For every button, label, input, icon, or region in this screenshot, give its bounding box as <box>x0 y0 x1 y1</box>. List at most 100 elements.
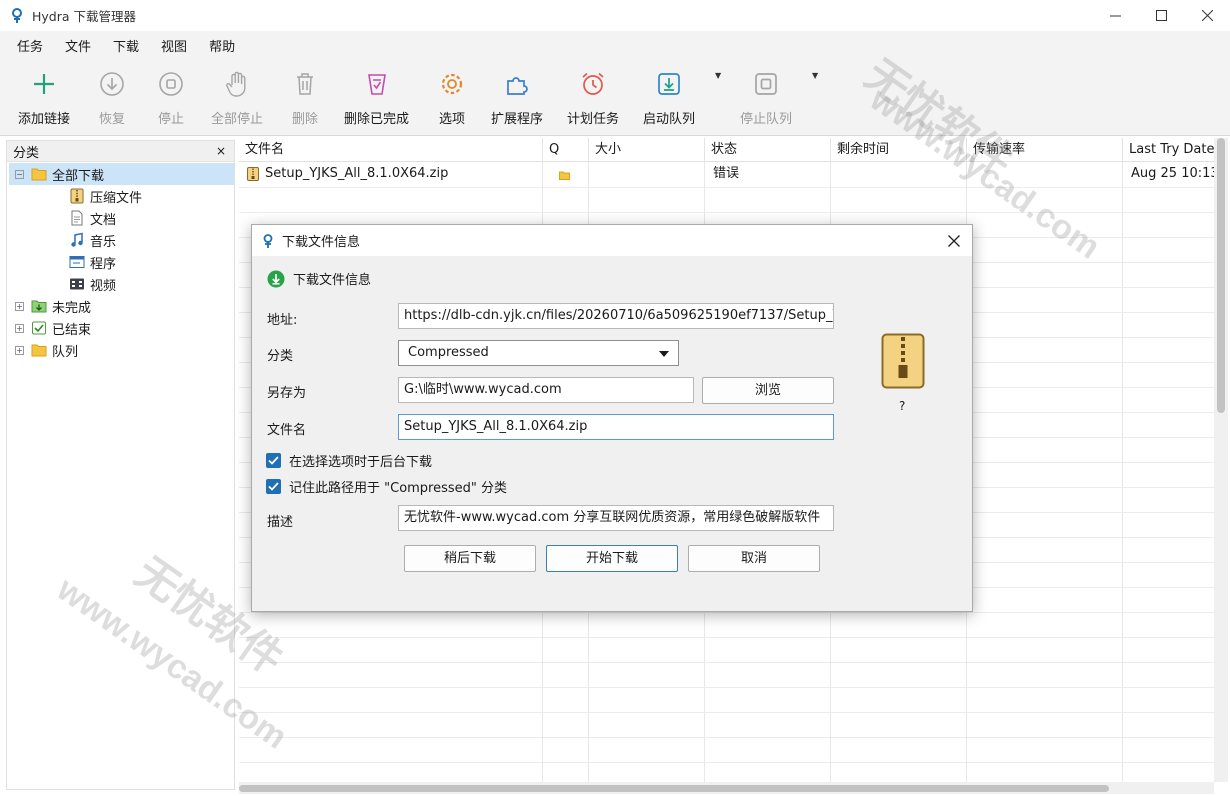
options-button[interactable]: 选项 <box>437 69 467 127</box>
save-as-field[interactable]: G:\临时\www.wycad.com <box>398 377 694 403</box>
close-icon <box>948 235 960 247</box>
stop-all-label: 全部停止 <box>211 112 264 127</box>
tree-item-compressed[interactable]: 压缩文件 <box>69 185 142 207</box>
hand-icon <box>226 71 246 97</box>
delete-button[interactable]: 删除 <box>290 69 320 127</box>
cell-speed <box>973 162 1118 186</box>
zip-file-large-icon <box>881 333 925 389</box>
window-title: Hydra 下载管理器 <box>32 9 137 24</box>
cell-remaining <box>837 162 962 186</box>
checkmark-icon <box>268 482 279 491</box>
address-label: 地址: <box>267 313 298 328</box>
maximize-button[interactable] <box>1138 0 1184 31</box>
cell-last-try-date: Aug 25 10:13:5 <box>1131 166 1214 181</box>
tree-item-unfinished[interactable]: + 未完成 <box>15 295 91 317</box>
close-button[interactable] <box>1184 0 1230 31</box>
menu-view[interactable]: 视图 <box>154 36 194 55</box>
remember-path-text: 记住此路径用于 "Compressed" 分类 <box>289 481 508 496</box>
menu-help[interactable]: 帮助 <box>202 36 242 55</box>
resume-button[interactable]: 恢复 <box>97 69 127 127</box>
row-divider <box>239 612 1214 613</box>
menu-bar: 任务 文件 下载 视图 帮助 <box>0 31 1230 59</box>
options-label: 选项 <box>438 112 465 127</box>
start-queue-dropdown-icon[interactable]: ▼ <box>715 71 721 80</box>
title-bar: Hydra 下载管理器 <box>0 0 1230 31</box>
gear-icon <box>441 73 463 95</box>
remember-path-checkbox[interactable]: 记住此路径用于 "Compressed" 分类 <box>266 477 507 496</box>
menu-download[interactable]: 下载 <box>106 36 146 55</box>
folder-icon[interactable] <box>559 171 570 180</box>
menu-file[interactable]: 文件 <box>58 36 98 55</box>
table-row[interactable]: Setup_YJKS_All_8.1.0X64.zip 错误 Aug 25 10… <box>239 162 1214 187</box>
row-divider <box>239 662 1214 663</box>
zip-icon <box>70 188 84 204</box>
stop-queue-button[interactable]: 停止队列 <box>740 69 792 127</box>
category-label: 分类 <box>267 349 294 364</box>
background-download-checkbox[interactable]: 在选择选项时于后台下载 <box>266 451 432 470</box>
delete-completed-label: 删除已完成 <box>344 112 410 127</box>
add-link-button[interactable]: 添加链接 <box>18 69 70 127</box>
expand-icon[interactable]: + <box>15 345 24 355</box>
description-field[interactable]: 无忧软件-www.wycad.com 分享互联网优质资源，常用绿色破解版软件 <box>398 505 834 531</box>
expand-icon[interactable]: + <box>15 301 24 311</box>
cancel-button[interactable]: 取消 <box>688 545 820 572</box>
menu-task[interactable]: 任务 <box>10 36 50 55</box>
dialog-title-bar: 下载文件信息 <box>252 225 972 256</box>
scrollbar-thumb[interactable] <box>239 785 1109 792</box>
category-select[interactable]: Compressed <box>398 340 679 366</box>
tree-item-label: 队列 <box>52 344 79 360</box>
tree-item-finished[interactable]: + 已结束 <box>15 317 91 339</box>
col-size[interactable]: 大小 <box>589 138 705 162</box>
col-remaining[interactable]: 剩余时间 <box>831 138 967 162</box>
stop-label: 停止 <box>157 112 184 127</box>
toolbar: 添加链接 恢复 停止 全部停止 删除 删除已完成 选项 扩展程序 计划任务 启动… <box>0 59 1230 136</box>
filename-label: 文件名 <box>267 423 307 438</box>
close-icon <box>1201 10 1213 21</box>
delete-label: 删除 <box>291 112 318 127</box>
minimize-button[interactable] <box>1092 0 1138 31</box>
tree-item-programs[interactable]: 程序 <box>69 251 116 273</box>
download-folder-icon <box>31 300 47 313</box>
tree-item-all-downloads[interactable]: − 全部下载 <box>9 163 234 185</box>
queue-start-icon <box>658 73 680 95</box>
tree-item-label: 程序 <box>90 256 117 272</box>
stop-all-button[interactable]: 全部停止 <box>211 69 263 127</box>
resume-label: 恢复 <box>98 112 125 127</box>
tree-item-label: 音乐 <box>90 234 117 250</box>
col-last-try-date[interactable]: Last Try Date <box>1123 138 1214 162</box>
expand-icon[interactable]: + <box>15 323 24 333</box>
check-folder-icon <box>32 321 46 335</box>
stop-button[interactable]: 停止 <box>156 69 186 127</box>
document-icon <box>71 210 83 226</box>
horizontal-scrollbar[interactable] <box>239 782 1214 794</box>
sidebar-close-button[interactable]: × <box>216 144 226 158</box>
vertical-scrollbar[interactable] <box>1214 138 1228 782</box>
start-queue-label: 启动队列 <box>643 112 696 127</box>
address-field[interactable]: https://dlb-cdn.yjk.cn/files/20260710/6a… <box>398 303 834 329</box>
folder-icon <box>31 344 47 357</box>
tree-item-label: 压缩文件 <box>90 190 143 206</box>
col-divider <box>1122 162 1123 782</box>
delete-completed-button[interactable]: 删除已完成 <box>344 69 409 127</box>
add-link-label: 添加链接 <box>18 112 71 127</box>
col-speed[interactable]: 传输速率 <box>967 138 1123 162</box>
col-status[interactable]: 状态 <box>705 138 831 162</box>
download-later-button[interactable]: 稍后下载 <box>404 545 536 572</box>
browse-button[interactable]: 浏览 <box>702 377 834 404</box>
scheduler-button[interactable]: 计划任务 <box>567 69 619 127</box>
tree-item-video[interactable]: 视频 <box>69 273 116 295</box>
collapse-icon[interactable]: − <box>15 169 24 179</box>
col-q[interactable]: Q <box>543 138 589 162</box>
col-filename[interactable]: 文件名 <box>239 138 543 162</box>
tree-item-queue[interactable]: + 队列 <box>15 339 78 361</box>
extensions-button[interactable]: 扩展程序 <box>491 69 543 127</box>
scrollbar-thumb[interactable] <box>1217 138 1225 413</box>
dialog-close-button[interactable] <box>944 231 964 251</box>
start-download-button[interactable]: 开始下载 <box>546 545 678 572</box>
tree-item-music[interactable]: 音乐 <box>69 229 116 251</box>
filename-field[interactable]: Setup_YJKS_All_8.1.0X64.zip <box>398 414 834 440</box>
alarm-clock-icon <box>582 72 604 95</box>
stop-queue-dropdown-icon[interactable]: ▼ <box>812 71 818 80</box>
start-queue-button[interactable]: 启动队列 <box>643 69 695 127</box>
tree-item-documents[interactable]: 文档 <box>69 207 116 229</box>
